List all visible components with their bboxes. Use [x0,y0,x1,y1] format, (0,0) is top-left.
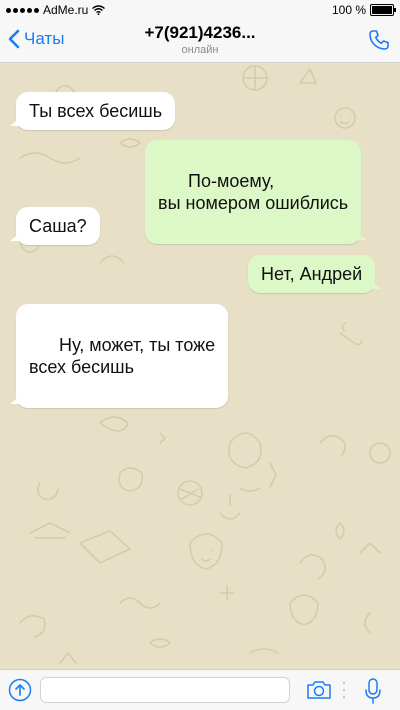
message-text: По-моему, вы номером ошиблись [158,171,349,213]
message-incoming[interactable]: Саша? [10,207,100,245]
message-text: Ты всех бесишь [29,101,163,121]
signal-strength-icon [6,7,39,13]
separator-dots [343,682,345,698]
contact-info[interactable]: +7(921)4236... онлайн [0,23,400,56]
message-incoming[interactable]: Ты всех бесишь [9,92,176,130]
message-text: Нет, Андрей [261,264,363,284]
upload-icon [8,678,32,702]
upload-button[interactable] [8,678,32,702]
microphone-icon [365,678,381,704]
battery-percent: 100 % [331,3,366,17]
message-text: Ну, может, ты тоже всех бесишь [29,335,216,377]
phone-icon [369,30,389,50]
contact-name: +7(921)4236... [144,23,256,42]
message-text: Саша? [29,216,87,236]
carrier-name: AdMe.ru [43,3,89,17]
message-input[interactable] [40,677,290,703]
camera-button[interactable] [306,680,332,705]
phone-screen: AdMe.ru 100 % Чаты +7(921)4236... онлайн [0,0,400,710]
carrier-signal: AdMe.ru [6,3,106,17]
status-bar: AdMe.ru 100 % [0,0,400,20]
online-status: онлайн [181,44,219,56]
message-input-bar [0,669,400,710]
battery-icon [370,4,396,16]
wifi-icon [92,5,106,15]
chat-area[interactable]: Ты всех бесишь По-моему, вы номером ошиб… [0,63,400,669]
message-outgoing[interactable]: Нет, Андрей [248,255,382,293]
chat-header: Чаты +7(921)4236... онлайн [0,20,400,63]
call-button[interactable] [368,29,390,56]
camera-icon [307,681,331,699]
battery-status: 100 % [331,3,396,17]
message-outgoing[interactable]: По-моему, вы номером ошиблись [145,140,368,244]
message-incoming[interactable]: Ну, может, ты тоже всех бесишь [9,304,229,408]
microphone-button[interactable] [364,678,382,709]
